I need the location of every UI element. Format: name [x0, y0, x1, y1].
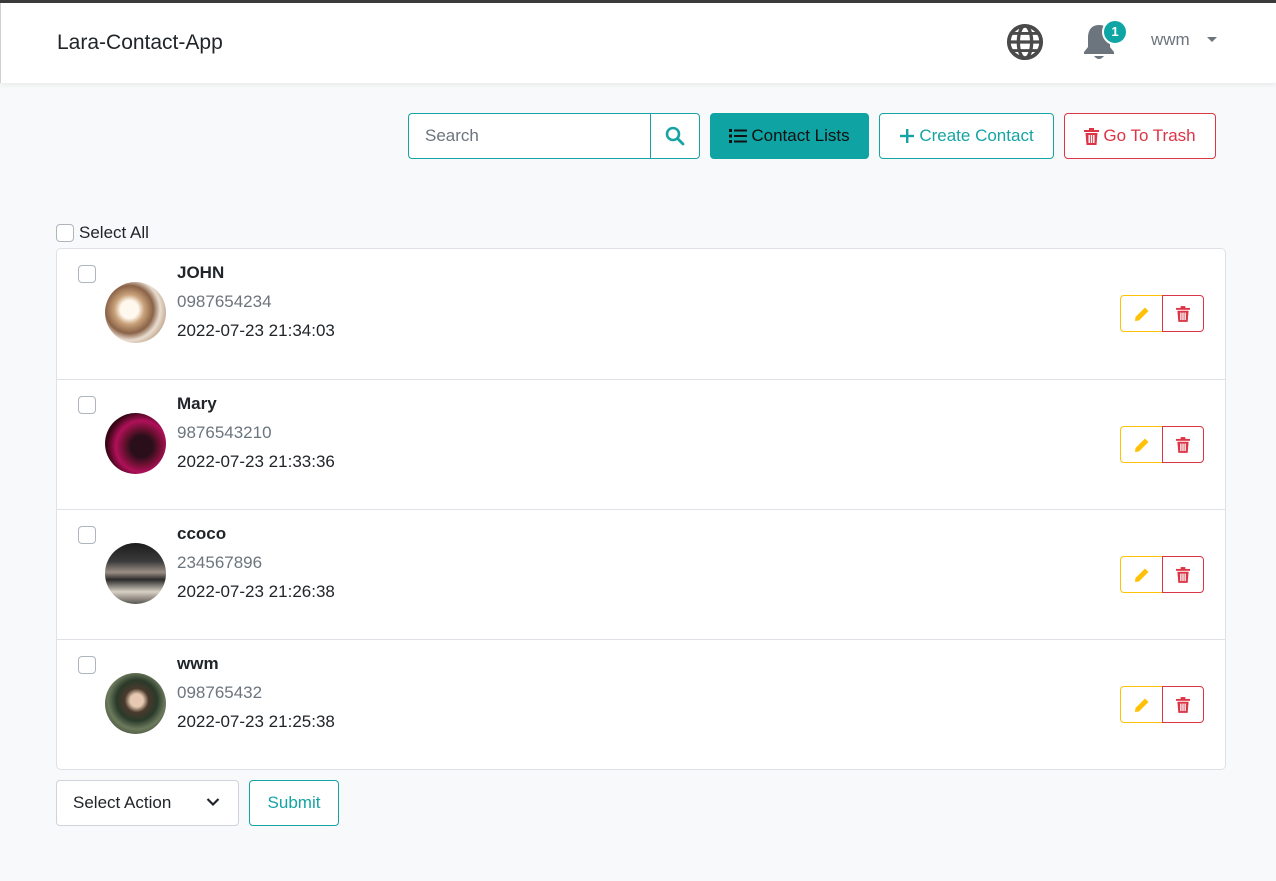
contact-checkbox[interactable]	[78, 265, 96, 283]
pencil-icon	[1134, 568, 1148, 582]
contact-name: ccoco	[177, 524, 227, 543]
trash-icon	[1176, 305, 1190, 322]
trash-icon	[1176, 436, 1190, 453]
contact-checkbox[interactable]	[78, 526, 96, 544]
delete-button[interactable]	[1162, 556, 1204, 593]
search-button[interactable]	[650, 113, 700, 159]
select-all-checkbox[interactable]	[56, 224, 74, 242]
submit-button[interactable]: Submit	[249, 780, 339, 826]
go-to-trash-button[interactable]: Go To Trash	[1064, 113, 1216, 159]
user-menu-toggle[interactable]: wwm	[1151, 30, 1190, 50]
select-all-label[interactable]: Select All	[79, 223, 149, 243]
bulk-action-select[interactable]: Select Action	[56, 780, 239, 826]
pencil-icon	[1134, 438, 1148, 452]
go-to-trash-label: Go To Trash	[1103, 126, 1196, 145]
chevron-down-icon	[206, 798, 220, 807]
search-input[interactable]	[408, 113, 651, 159]
contact-name: Mary	[177, 394, 217, 413]
list-icon	[729, 129, 748, 143]
plus-icon	[900, 129, 915, 143]
search-group	[408, 113, 700, 159]
notification-badge: 1	[1102, 19, 1128, 45]
avatar	[105, 673, 166, 734]
contact-row: ccoco 234567896 2022-07-23 21:26:38	[57, 509, 1225, 639]
contact-date: 2022-07-23 21:34:03	[177, 321, 335, 340]
bulk-action-selected: Select Action	[73, 793, 172, 812]
contact-list: JOHN 0987654234 2022-07-23 21:34:03 Mary…	[56, 248, 1226, 770]
contact-date: 2022-07-23 21:33:36	[177, 452, 335, 471]
trash-icon	[1084, 127, 1100, 145]
delete-button[interactable]	[1162, 426, 1204, 463]
contact-phone: 234567896	[177, 553, 263, 572]
contact-phone: 0987654234	[177, 292, 272, 311]
navbar: Lara-Contact-App 1 wwm	[0, 3, 1276, 83]
avatar	[105, 282, 166, 343]
pencil-icon	[1134, 698, 1148, 712]
contact-name: JOHN	[177, 263, 225, 282]
contact-row: wwm 098765432 2022-07-23 21:25:38	[57, 639, 1225, 769]
avatar	[105, 543, 166, 604]
caret-down-icon[interactable]	[1207, 37, 1217, 42]
contact-lists-button[interactable]: Contact Lists	[710, 113, 869, 159]
pencil-icon	[1134, 307, 1148, 321]
select-all: Select All	[56, 223, 149, 243]
contact-checkbox[interactable]	[78, 396, 96, 414]
edit-button[interactable]	[1120, 556, 1163, 593]
edit-button[interactable]	[1120, 295, 1163, 332]
contact-checkbox[interactable]	[78, 656, 96, 674]
create-contact-label: Create Contact	[919, 126, 1034, 145]
contact-lists-label: Contact Lists	[751, 126, 850, 145]
delete-button[interactable]	[1162, 295, 1204, 332]
contact-row: JOHN 0987654234 2022-07-23 21:34:03	[57, 249, 1225, 379]
contact-phone: 098765432	[177, 683, 263, 702]
contact-phone: 9876543210	[177, 423, 272, 442]
edit-button[interactable]	[1120, 686, 1163, 723]
edit-button[interactable]	[1120, 426, 1163, 463]
avatar	[105, 413, 166, 474]
globe-icon[interactable]	[1006, 23, 1044, 61]
contact-date: 2022-07-23 21:26:38	[177, 582, 335, 601]
contact-name: wwm	[177, 654, 219, 673]
trash-icon	[1176, 696, 1190, 713]
contact-row: Mary 9876543210 2022-07-23 21:33:36	[57, 379, 1225, 509]
delete-button[interactable]	[1162, 686, 1204, 723]
trash-icon	[1176, 566, 1190, 583]
contact-date: 2022-07-23 21:25:38	[177, 712, 335, 731]
create-contact-button[interactable]: Create Contact	[879, 113, 1054, 159]
search-icon	[665, 126, 685, 146]
app-brand[interactable]: Lara-Contact-App	[57, 31, 223, 55]
